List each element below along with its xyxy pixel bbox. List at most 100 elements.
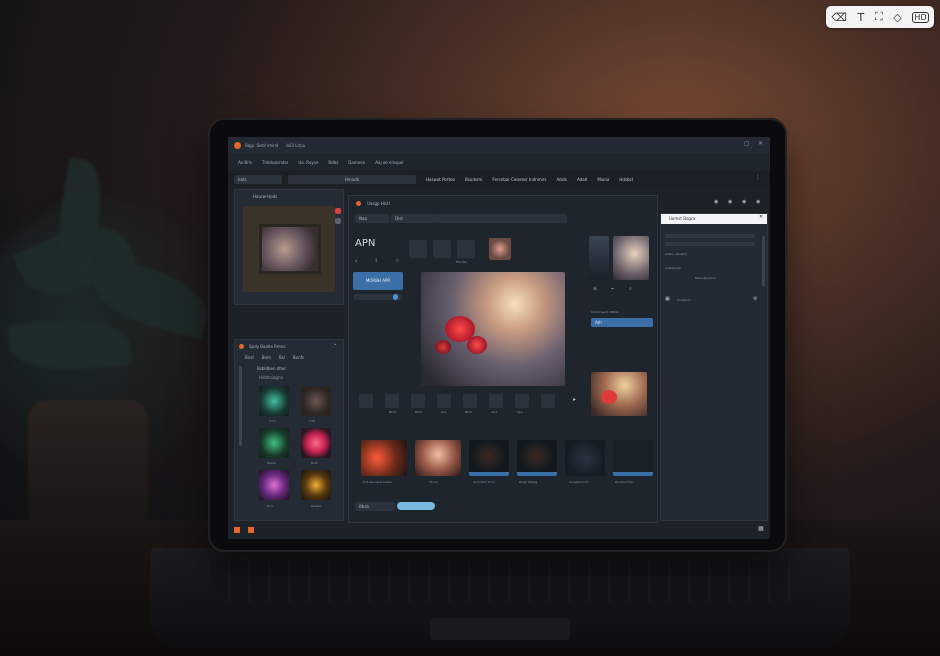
toolbar-tab[interactable]: Bsudsrm [465, 177, 482, 182]
editor-select-a[interactable]: Naa [355, 214, 389, 223]
properties-title: Uomst Bogra [669, 216, 696, 221]
tool-button[interactable] [437, 394, 451, 408]
library-thumb[interactable] [259, 470, 289, 500]
text-icon[interactable]: T [858, 11, 865, 24]
hd-icon[interactable]: HD [912, 11, 929, 23]
library-thumb[interactable] [301, 470, 331, 500]
menu-item[interactable]: Ao Brls [238, 160, 252, 165]
tool-icon[interactable] [335, 208, 341, 214]
menu-item[interactable]: Ua. Ruysn [298, 160, 318, 165]
strip-caption: Anmdshn Enro [473, 480, 495, 484]
tool-icon[interactable]: ⚟ [593, 286, 597, 292]
tool-button[interactable] [433, 240, 451, 258]
grid-icon[interactable]: ▦ [758, 525, 764, 532]
close-icon[interactable]: ✕ [759, 214, 763, 220]
thumb-caption: Sbaho [267, 461, 277, 465]
back-icon[interactable]: ‹ [355, 258, 357, 265]
footer-button[interactable] [397, 502, 435, 510]
library-panel: Spdy Baahe Rmns ⌄ Bnsf Bnm Bsl Bonfs Bsb… [234, 339, 344, 521]
library-tab[interactable]: Bonfs [293, 355, 304, 360]
tool-button[interactable] [409, 240, 427, 258]
window-icon[interactable]: ◉ [756, 199, 760, 205]
adjust-icon[interactable]: ⌇ [375, 258, 377, 264]
thumb-caption: Conc [269, 419, 277, 423]
library-scrollbar[interactable] [239, 366, 242, 446]
status-icon[interactable] [234, 527, 240, 533]
thumb-caption: Sembo [311, 504, 322, 508]
editor-select-a-value: Naa [359, 216, 367, 221]
toolbar-tab[interactable]: Haswot Porteo [426, 177, 455, 182]
tool-caption: Rtnd [415, 410, 423, 414]
library-thumb[interactable] [259, 428, 289, 458]
strip-thumb[interactable] [469, 440, 509, 476]
menu-item[interactable]: Damnon [348, 160, 365, 165]
overlay-toolbar: ⌫ T ⛶ ◇ HD [826, 6, 934, 28]
action-button[interactable]: MORBH APR [353, 272, 403, 290]
side-thumb[interactable] [589, 236, 609, 280]
more-icon[interactable]: ⋮ [755, 174, 761, 181]
strip-caption: Anegbncmnt [569, 480, 589, 484]
search-select[interactable]: Hmadb [288, 174, 416, 184]
window-icon[interactable]: ◉ [742, 199, 746, 205]
toolbar-tab[interactable]: Fersnbar Celeresr Indnmirs [492, 177, 546, 182]
strip-thumb[interactable] [565, 440, 605, 476]
library-tab[interactable]: Bsl [279, 355, 285, 360]
tool-icon[interactable]: ⌕ [629, 286, 632, 292]
menu-item[interactable]: Tmbluacndar [262, 160, 288, 165]
star-icon[interactable]: ☆ [395, 258, 399, 264]
toolbar-tab[interactable]: Hdsbst [619, 177, 633, 182]
main-canvas-image[interactable] [421, 272, 565, 386]
eraser-icon[interactable]: ⌫ [831, 11, 847, 24]
editor-search-bar[interactable] [437, 214, 567, 223]
toolbar-tab[interactable]: Adsls [557, 177, 567, 182]
library-tab[interactable]: Bnsf [245, 355, 254, 360]
toolbar-tab[interactable]: Miona [597, 177, 609, 182]
app-logo-icon [234, 141, 241, 149]
restore-icon[interactable]: ▢ [744, 140, 750, 147]
tool-button[interactable] [411, 394, 425, 408]
strip-thumb[interactable] [517, 440, 557, 476]
close-icon[interactable]: ✕ [758, 140, 763, 147]
tool-icon[interactable]: ⌁ [611, 286, 614, 292]
editor-select-b[interactable]: Dlst [391, 214, 437, 223]
toolbar-tab[interactable]: Adalt [577, 177, 587, 182]
status-icon[interactable] [248, 527, 254, 533]
properties-label: Allsbs uanabm [665, 252, 688, 256]
tool-button[interactable] [359, 394, 373, 408]
preview-image[interactable] [259, 224, 321, 274]
slider-handle[interactable] [393, 294, 398, 300]
settings-icon[interactable]: ⚙ [753, 296, 757, 302]
crop-icon[interactable]: ⛶ [875, 10, 883, 24]
strip-thumb[interactable] [361, 440, 407, 476]
right-select[interactable]: Arh [591, 318, 653, 327]
title-bar: Bqgi. Slsbl imind b03 Llrpu ▢ ✕ [228, 137, 770, 153]
tool-button[interactable] [463, 394, 477, 408]
strip-thumb[interactable] [613, 440, 653, 476]
strip-thumb[interactable] [415, 440, 461, 476]
side-thumb[interactable] [613, 236, 649, 280]
play-icon[interactable]: ▸ [573, 396, 576, 403]
tool-button[interactable] [541, 394, 555, 408]
chevron-down-icon[interactable]: ⌄ [333, 341, 337, 347]
library-thumb[interactable] [301, 428, 331, 458]
window-icon[interactable]: ◉ [714, 199, 718, 205]
compare-icon[interactable]: ◇ [893, 11, 901, 24]
tool-button[interactable] [515, 394, 529, 408]
mini-thumb[interactable] [489, 238, 511, 260]
footer-select[interactable]: Bbsb [355, 502, 395, 511]
layer-icon[interactable]: ▣ [665, 296, 670, 302]
window-icon[interactable]: ◉ [728, 199, 732, 205]
properties-scrollbar[interactable] [762, 236, 765, 286]
result-thumb[interactable] [591, 372, 647, 416]
tool-button[interactable] [385, 394, 399, 408]
library-thumb[interactable] [301, 386, 331, 416]
library-tab[interactable]: Bnm [262, 355, 271, 360]
tool-icon[interactable] [335, 218, 341, 224]
toolbar-select[interactable]: bats [234, 174, 282, 184]
library-thumb[interactable] [259, 386, 289, 416]
menu-item[interactable]: Aaj eo einspor [375, 160, 404, 165]
tool-button[interactable] [489, 394, 503, 408]
tool-caption: Bbrd [389, 410, 397, 414]
tool-button[interactable] [457, 240, 475, 258]
menu-item[interactable]: Bdbz [328, 160, 338, 165]
